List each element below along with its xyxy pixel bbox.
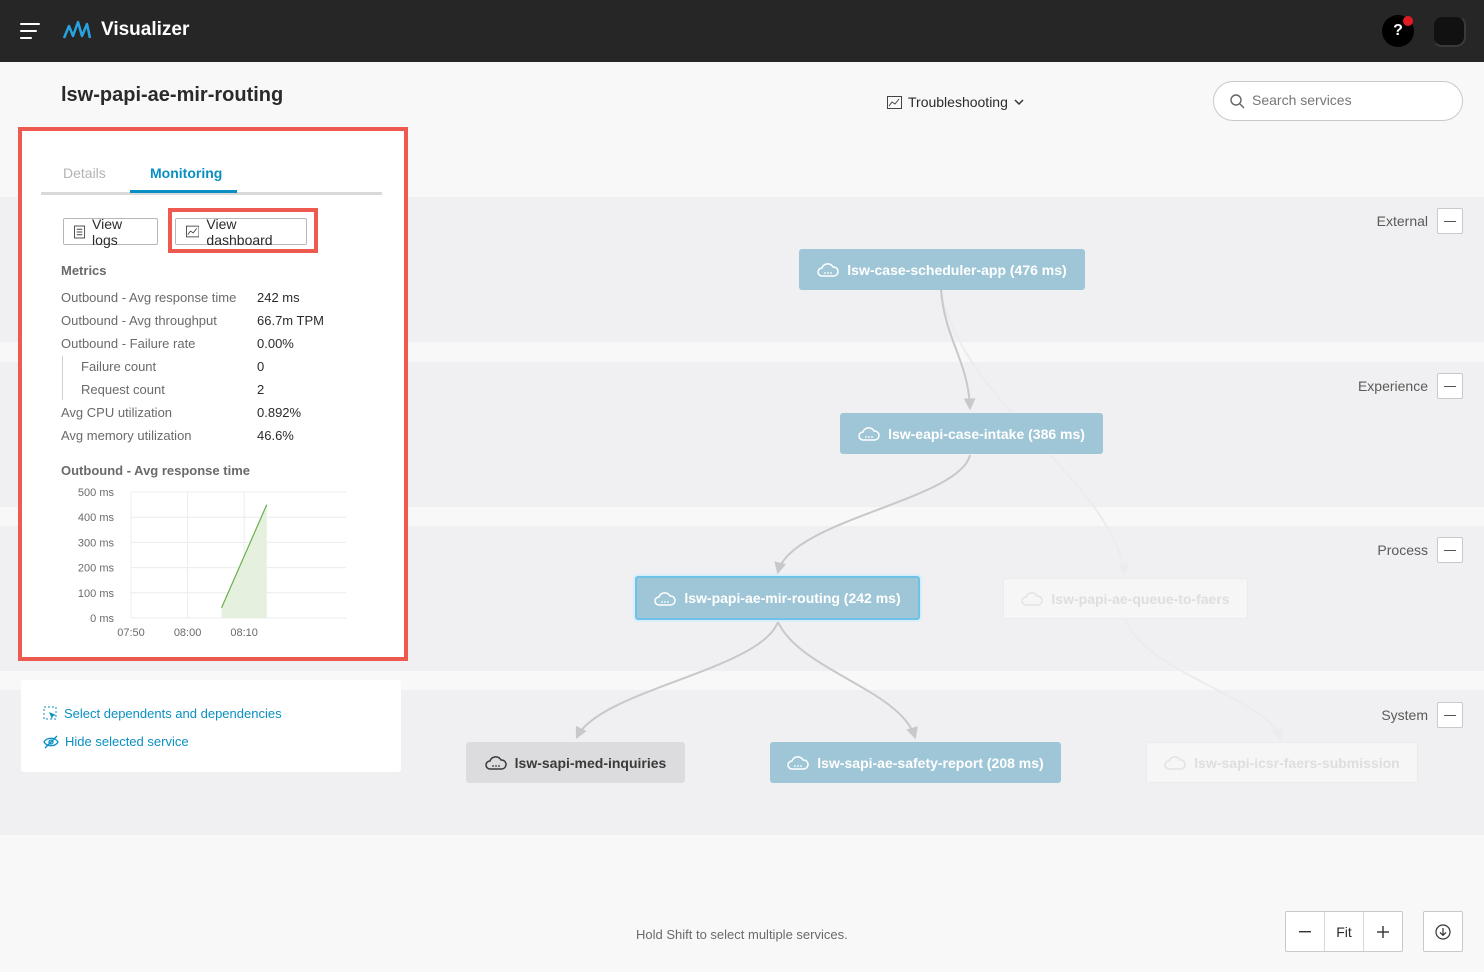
download-icon <box>1435 923 1451 940</box>
node-label: lsw-case-scheduler-app (476 ms) <box>847 261 1067 278</box>
chart-x-tick-label: 07:50 <box>117 627 145 639</box>
multi-select-hint: Hold Shift to select multiple services. <box>636 927 848 942</box>
panel-tabs: Details Monitoring <box>41 150 382 195</box>
document-icon <box>74 225 86 238</box>
zoom-controls: Fit <box>1285 911 1403 952</box>
view-dashboard-button[interactable]: View dashboard <box>175 215 307 248</box>
active-tab-indicator <box>130 190 237 193</box>
chart-y-tick-label: 0 ms <box>90 613 114 625</box>
node-label: lsw-sapi-ae-safety-report (208 ms) <box>817 754 1044 771</box>
select-dependencies-label: Select dependents and dependencies <box>64 706 282 721</box>
node-label: lsw-eapi-case-intake (386 ms) <box>888 425 1085 442</box>
view-mode-label: Troubleshooting <box>908 94 1008 110</box>
chart-icon <box>887 95 902 109</box>
dashboard-icon <box>186 225 200 238</box>
metric-label: Request count <box>81 382 165 397</box>
node-lsw-case-scheduler-app[interactable]: lsw-case-scheduler-app (476 ms) <box>799 249 1085 290</box>
node-lsw-sapi-icsr-faers-submission[interactable]: lsw-sapi-icsr-faers-submission <box>1146 742 1418 783</box>
response-time-chart: 500 ms 400 ms 300 ms 200 ms 100 ms 0 ms 07:50… <box>78 487 346 639</box>
cloud-icon <box>484 756 507 770</box>
search-input[interactable] <box>1252 92 1452 108</box>
page-title: lsw-papi-ae-mir-routing <box>61 84 284 106</box>
view-logs-label: View logs <box>92 215 123 248</box>
metric-label: Avg CPU utilization <box>61 405 173 420</box>
search-icon <box>1230 94 1245 109</box>
metric-value: 2 <box>257 382 265 397</box>
zoom-in-button[interactable] <box>1364 912 1402 951</box>
metric-label: Failure count <box>81 359 157 374</box>
node-label: lsw-sapi-med-inquiries <box>514 754 667 771</box>
metric-value: 66.7m TPM <box>257 313 324 328</box>
node-lsw-papi-ae-queue-to-faers[interactable]: lsw-papi-ae-queue-to-faers <box>1003 578 1248 619</box>
chart-y-tick-label: 300 ms <box>78 537 115 549</box>
tab-monitoring[interactable]: Monitoring <box>150 165 222 181</box>
minus-icon <box>1299 930 1312 932</box>
cloud-icon <box>787 756 810 770</box>
node-lsw-papi-ae-mir-routing[interactable]: lsw-papi-ae-mir-routing (242 ms) <box>635 576 920 620</box>
zoom-fit-button[interactable]: Fit <box>1324 912 1364 951</box>
view-mode-dropdown[interactable]: Troubleshooting <box>887 94 1024 110</box>
view-logs-button[interactable]: View logs <box>63 215 158 248</box>
hide-service-label: Hide selected service <box>65 734 189 749</box>
chart-y-tick-label: 500 ms <box>78 487 115 499</box>
edge-routing-med <box>575 621 779 740</box>
cloud-icon <box>817 263 840 277</box>
node-lsw-eapi-case-intake[interactable]: lsw-eapi-case-intake (386 ms) <box>840 413 1103 454</box>
hide-service-link[interactable]: Hide selected service <box>43 734 189 749</box>
sub-metric-bracket <box>62 356 63 400</box>
edge-routing-safety <box>777 621 918 740</box>
metric-label: Outbound - Failure rate <box>61 336 196 351</box>
chart-x-tick-label: 08:10 <box>230 627 258 639</box>
search-box <box>1213 81 1463 121</box>
node-lsw-sapi-ae-safety-report[interactable]: lsw-sapi-ae-safety-report (208 ms) <box>770 742 1061 783</box>
edge-queue-icsr <box>1124 617 1284 741</box>
metric-label: Outbound - Avg throughput <box>61 313 217 328</box>
chart-y-tick-label: 200 ms <box>78 563 115 575</box>
metric-label: Avg memory utilization <box>61 428 192 443</box>
view-dashboard-label: View dashboard <box>206 215 273 248</box>
metric-value: 0 <box>257 359 265 374</box>
selection-actions-card <box>21 680 401 772</box>
metrics-heading: Metrics <box>61 263 107 278</box>
select-dependencies-link[interactable]: Select dependents and dependencies <box>43 706 282 721</box>
edge-intake-routing <box>774 454 971 575</box>
metric-value: 46.6% <box>257 428 294 443</box>
metric-value: 0.892% <box>257 405 302 420</box>
plus-icon <box>1376 925 1389 938</box>
tab-details[interactable]: Details <box>63 165 106 181</box>
cloud-icon <box>654 591 677 606</box>
chart-x-tick-label: 08:00 <box>174 627 202 639</box>
cloud-icon <box>858 427 880 441</box>
metric-label: Outbound - Avg response time <box>61 290 237 305</box>
node-label: lsw-sapi-icsr-faers-submission <box>1194 754 1400 771</box>
chart-y-tick-label: 400 ms <box>78 512 115 524</box>
metric-value: 0.00% <box>257 336 294 351</box>
select-icon <box>43 706 57 720</box>
cloud-icon <box>1164 756 1187 770</box>
node-lsw-sapi-med-inquiries[interactable]: lsw-sapi-med-inquiries <box>466 742 685 783</box>
chart-title: Outbound - Avg response time <box>61 463 250 478</box>
cloud-icon <box>1021 592 1044 606</box>
node-label: lsw-papi-ae-mir-routing (242 ms) <box>684 590 901 606</box>
download-button[interactable] <box>1423 911 1463 952</box>
metric-value: 242 ms <box>257 290 300 305</box>
node-label: lsw-papi-ae-queue-to-faers <box>1051 590 1230 607</box>
zoom-out-button[interactable] <box>1286 912 1324 951</box>
eye-off-icon <box>43 735 59 748</box>
chevron-down-icon <box>1014 98 1024 105</box>
chart-y-tick-label: 100 ms <box>78 588 115 600</box>
